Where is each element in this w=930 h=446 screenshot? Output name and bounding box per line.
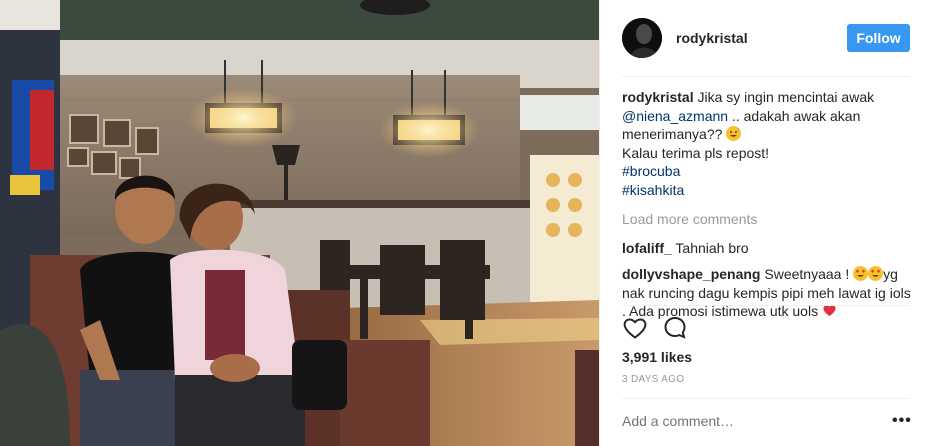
comment-username[interactable]: dollyvshape_penang <box>622 266 760 282</box>
post-actions <box>622 315 912 343</box>
header-divider <box>622 76 910 77</box>
caption-text-line1: Jika sy ingin mencintai awak <box>697 89 875 105</box>
add-comment-input[interactable] <box>622 413 872 429</box>
add-comment-divider <box>622 398 910 399</box>
heart-eyes-emoji-icon <box>868 266 884 281</box>
ellipsis-icon[interactable]: ••• <box>892 413 912 429</box>
caption-username[interactable]: rodykristal <box>622 89 694 105</box>
comment-text: Tahniah bro <box>675 239 749 256</box>
post-header: rodykristal Follow <box>600 0 930 76</box>
comment-username[interactable]: lofaliff_ <box>622 240 672 256</box>
comment-item: dollyvshape_penang Sweetnyaaa ! yg nak r… <box>622 265 914 321</box>
caption-text-line3: Kalau terima pls repost! <box>622 144 770 161</box>
likes-count[interactable]: 3,991 likes <box>622 349 692 365</box>
post-timestamp[interactable]: 3 DAYS AGO <box>622 374 684 385</box>
heart-outline-icon[interactable] <box>622 315 648 341</box>
avatar[interactable] <box>622 18 662 58</box>
load-more-comments-link[interactable]: Load more comments <box>622 210 914 229</box>
post-author-username[interactable]: rodykristal <box>676 30 748 46</box>
comments-list: rodykristal Jika sy ingin mencintai awak… <box>622 88 914 329</box>
hashtag-brocuba[interactable]: #brocuba <box>622 163 680 179</box>
post-photo[interactable] <box>0 0 599 446</box>
comments-divider <box>622 305 910 306</box>
heart-eyes-emoji-icon <box>853 266 869 281</box>
caption-mention[interactable]: @niena_azmann <box>622 108 728 124</box>
hashtag-kisahkita[interactable]: #kisahkita <box>622 182 684 198</box>
caption: rodykristal Jika sy ingin mencintai awak… <box>622 88 914 199</box>
comment-item: lofaliff_ Tahniah bro <box>622 239 914 258</box>
speech-bubble-icon[interactable] <box>662 315 688 341</box>
comment-text: Sweetnyaaa ! <box>764 266 850 282</box>
follow-button[interactable]: Follow <box>847 24 910 52</box>
post-details-panel: rodykristal Follow rodykristal Jika sy i… <box>599 0 930 446</box>
grinning-sweat-emoji-icon <box>726 126 742 141</box>
